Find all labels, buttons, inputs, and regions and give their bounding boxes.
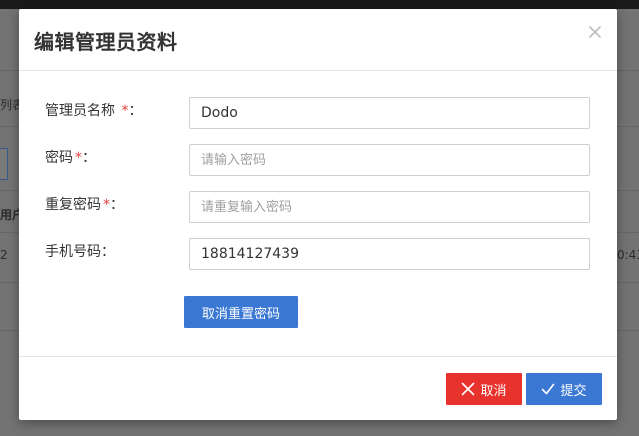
cancel-label: 取消 — [480, 383, 507, 399]
check-icon — [541, 382, 555, 396]
password-label: 密码 *： — [45, 147, 96, 167]
background-table-cell: 0:43 — [617, 248, 639, 262]
phone-label: 手机号码： — [45, 241, 115, 261]
close-icon[interactable] — [588, 24, 602, 38]
background-button — [0, 148, 8, 180]
label-text: 手机号码 — [45, 244, 101, 260]
dialog-title: 编辑管理员资料 — [34, 30, 178, 54]
form-row-admin-name: 管理员名称 *： — [19, 97, 617, 131]
background-topbar — [0, 0, 639, 9]
dialog-footer: 取消 提交 — [19, 356, 617, 421]
dialog-header: 编辑管理员资料 — [19, 9, 617, 71]
cancel-reset-password-button[interactable]: 取消重置密码 — [184, 296, 298, 328]
form-row-password: 密码 *： — [19, 144, 617, 178]
submit-button[interactable]: 提交 — [526, 373, 602, 405]
x-icon — [461, 382, 475, 396]
label-text: 管理员名称 — [45, 103, 115, 119]
cancel-button[interactable]: 取消 — [446, 373, 522, 405]
label-colon: ： — [128, 103, 143, 119]
label-colon: ： — [101, 244, 115, 260]
repeat-password-label: 重复密码 *： — [45, 194, 124, 214]
required-mark: * — [103, 197, 110, 213]
required-mark: * — [75, 150, 82, 166]
password-input[interactable] — [189, 144, 590, 176]
background-table-cell: 2 — [0, 248, 8, 262]
submit-label: 提交 — [560, 383, 587, 399]
repeat-password-input[interactable] — [189, 191, 590, 223]
admin-name-input[interactable] — [189, 97, 590, 129]
form-row-phone: 手机号码： — [19, 238, 617, 272]
form-row-repeat-password: 重复密码 *： — [19, 191, 617, 225]
edit-admin-dialog: 编辑管理员资料 管理员名称 *： 密码*： 重复密码*： 手机号码： 取消重置密… — [19, 9, 617, 420]
admin-name-label: 管理员名称 *： — [45, 100, 142, 120]
phone-input[interactable] — [189, 238, 590, 270]
label-text: 重复密码 — [45, 197, 101, 213]
label-text: 密码 — [45, 150, 73, 166]
label-colon: ： — [82, 150, 96, 166]
label-colon: ： — [110, 197, 124, 213]
